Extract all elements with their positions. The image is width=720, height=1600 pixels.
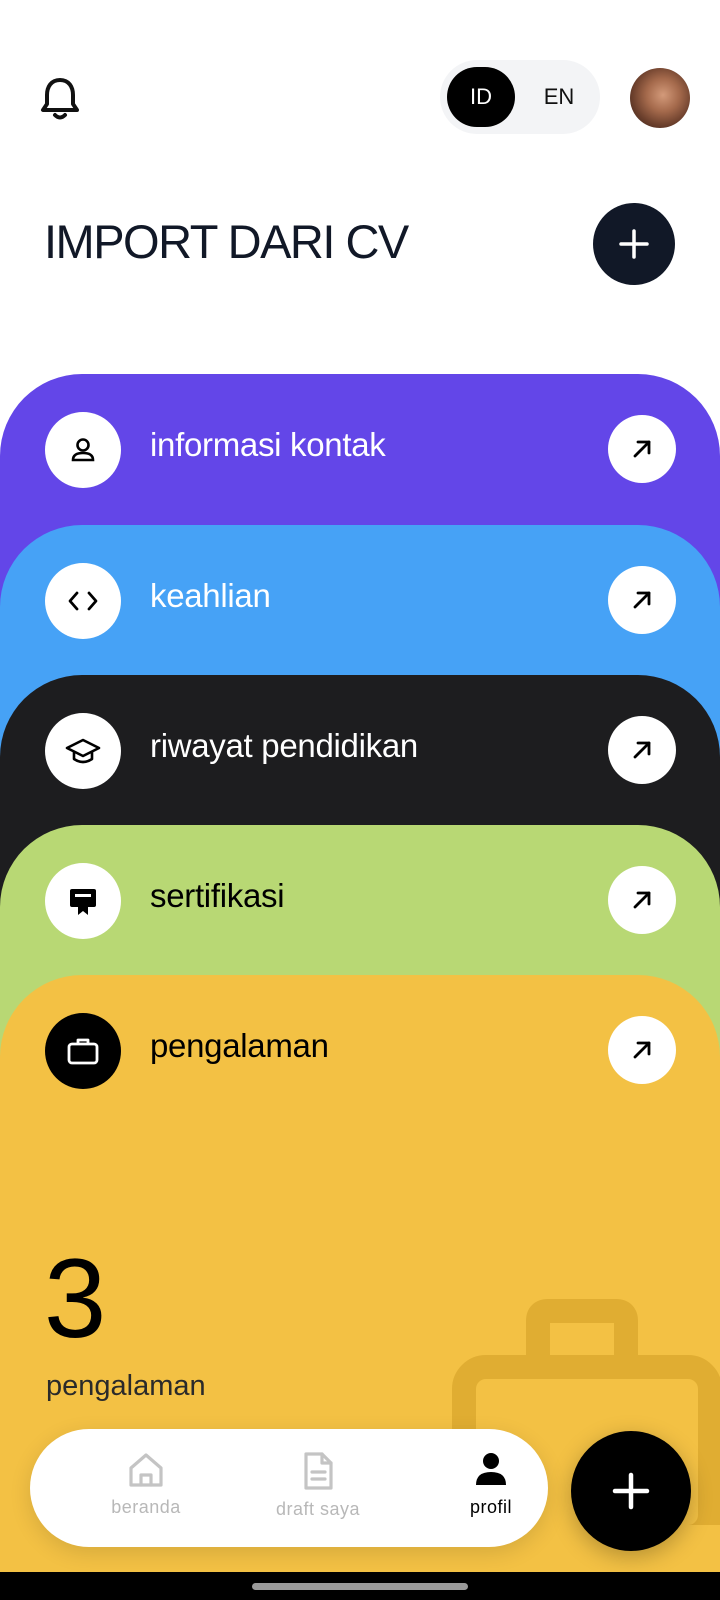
- person-icon: [45, 412, 121, 488]
- graduation-cap-icon: [45, 713, 121, 789]
- floating-add-button[interactable]: [571, 1431, 691, 1551]
- language-toggle[interactable]: ID EN: [440, 60, 600, 134]
- section-label: sertifikasi: [150, 877, 285, 914]
- language-option-id[interactable]: ID: [447, 67, 515, 127]
- certificate-icon: [45, 863, 121, 939]
- nav-label: beranda: [111, 1497, 181, 1517]
- open-section-button[interactable]: [608, 566, 676, 634]
- nav-label: profil: [469, 1497, 512, 1517]
- home-icon: [129, 1453, 163, 1487]
- section-label: riwayat pendidikan: [150, 727, 418, 764]
- arrow-up-right-icon: [633, 741, 651, 759]
- nav-item-beranda[interactable]: beranda: [86, 1451, 206, 1531]
- arrow-up-right-icon: [633, 591, 651, 609]
- arrow-up-right-icon: [633, 440, 651, 458]
- document-icon: [304, 1452, 333, 1490]
- bell-icon[interactable]: [38, 74, 82, 122]
- section-label: keahlian: [150, 577, 271, 614]
- arrow-up-right-icon: [633, 891, 651, 909]
- page-title: IMPORT DARI CV: [44, 215, 409, 268]
- nav-label: draft saya: [275, 1499, 361, 1519]
- language-option-en[interactable]: EN: [525, 67, 593, 127]
- open-section-button[interactable]: [608, 1016, 676, 1084]
- arrow-up-right-icon: [633, 1041, 651, 1059]
- plus-icon: [619, 229, 649, 259]
- open-section-button[interactable]: [608, 415, 676, 483]
- plus-icon: [612, 1472, 650, 1510]
- section-label: pengalaman: [150, 1027, 329, 1064]
- code-icon: [45, 563, 121, 639]
- experience-count-label: pengalaman: [46, 1370, 206, 1402]
- section-label: informasi kontak: [150, 426, 386, 463]
- briefcase-icon: [45, 1013, 121, 1089]
- person-icon: [476, 1453, 506, 1485]
- experience-count: 3: [44, 1236, 107, 1361]
- avatar[interactable]: [630, 68, 690, 128]
- nav-item-draft-saya[interactable]: draft saya: [258, 1451, 378, 1531]
- add-button[interactable]: [593, 203, 675, 285]
- nav-item-profil[interactable]: profil: [431, 1451, 551, 1531]
- bottom-nav: beranda draft saya profil: [30, 1429, 548, 1547]
- open-section-button[interactable]: [608, 716, 676, 784]
- home-indicator[interactable]: [252, 1583, 468, 1590]
- open-section-button[interactable]: [608, 866, 676, 934]
